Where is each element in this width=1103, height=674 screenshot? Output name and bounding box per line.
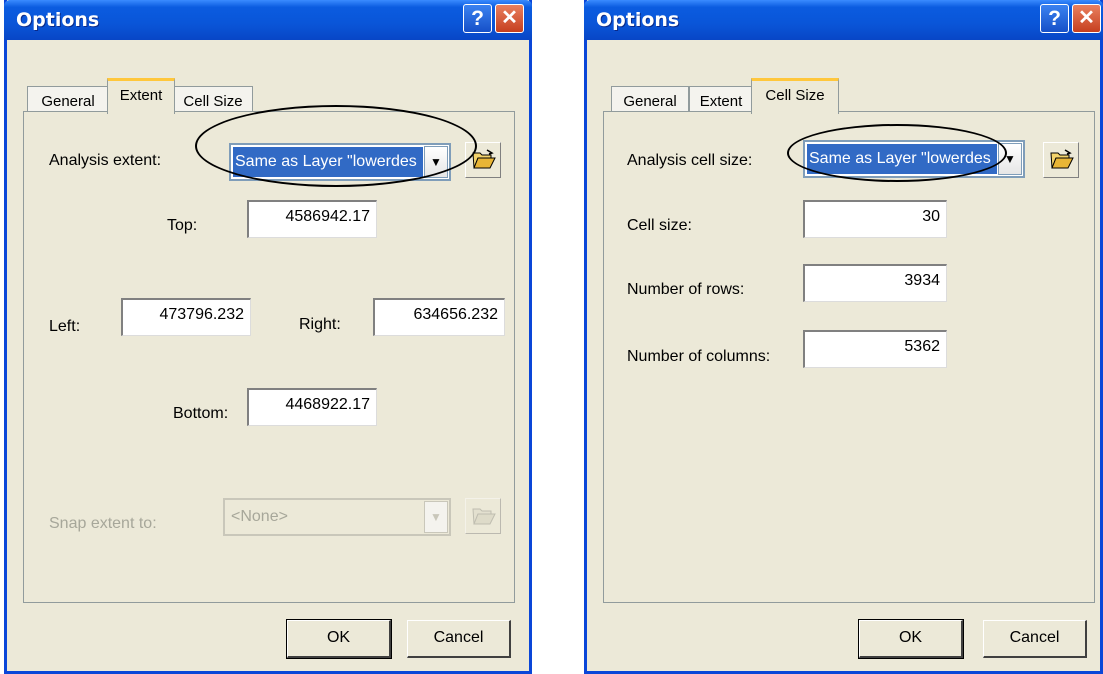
close-icon[interactable]: ✕ [495, 4, 524, 33]
tab-general[interactable]: General [611, 86, 689, 112]
dropdown-arrow-icon[interactable]: ▼ [998, 143, 1022, 175]
analysis-cell-size-select[interactable]: Same as Layer "lowerdes ▼ [803, 140, 1025, 178]
number-of-columns-label: Number of columns: [627, 348, 771, 365]
tab-cell-size[interactable]: Cell Size [173, 86, 253, 112]
open-folder-icon[interactable] [465, 142, 501, 178]
snap-extent-label: Snap extent to: [49, 515, 157, 532]
right-field[interactable]: 634656.232 [373, 298, 505, 336]
ok-button[interactable]: OK [858, 619, 964, 659]
left-label: Left: [49, 318, 81, 335]
tab-general[interactable]: General [27, 86, 109, 112]
snap-extent-value: <None> [231, 508, 288, 525]
bottom-label: Bottom: [173, 405, 229, 422]
analysis-extent-label: Analysis extent: [49, 152, 162, 169]
cell-size-field[interactable]: 30 [803, 200, 947, 238]
analysis-extent-value: Same as Layer "lowerdes [233, 147, 423, 177]
cancel-button[interactable]: Cancel [983, 620, 1087, 658]
tab-cell-size[interactable]: Cell Size [751, 78, 839, 114]
analysis-cell-size-value: Same as Layer "lowerdes [807, 144, 997, 174]
options-dialog-extent: Options ? ✕ General Extent Cell Size Ana… [4, 0, 532, 674]
open-folder-icon[interactable] [1043, 142, 1079, 178]
title-bar[interactable]: Options ? ✕ [584, 0, 1103, 40]
cancel-button[interactable]: Cancel [407, 620, 511, 658]
cell-size-label: Cell size: [627, 217, 692, 234]
tab-extent[interactable]: Extent [107, 78, 175, 114]
number-of-rows-label: Number of rows: [627, 281, 745, 298]
analysis-cell-size-label: Analysis cell size: [627, 152, 753, 169]
right-label: Right: [299, 316, 341, 333]
number-of-columns-field[interactable]: 5362 [803, 330, 947, 368]
ok-button[interactable]: OK [286, 619, 392, 659]
tab-strip: General Extent Cell Size [27, 78, 427, 114]
options-dialog-cell-size: Options ? ✕ General Extent Cell Size Ana… [584, 0, 1103, 674]
dialog-title: Options [596, 9, 680, 31]
analysis-extent-select[interactable]: Same as Layer "lowerdes ▼ [229, 143, 451, 181]
left-field[interactable]: 473796.232 [121, 298, 251, 336]
bottom-field[interactable]: 4468922.17 [247, 388, 377, 426]
help-icon[interactable]: ? [1040, 4, 1069, 33]
tab-extent[interactable]: Extent [689, 86, 753, 112]
top-field[interactable]: 4586942.17 [247, 200, 377, 238]
close-icon[interactable]: ✕ [1072, 4, 1101, 33]
dialog-title: Options [16, 9, 100, 31]
snap-extent-select[interactable]: <None> ▼ [223, 498, 451, 536]
top-label: Top: [167, 217, 198, 234]
help-icon[interactable]: ? [463, 4, 492, 33]
dropdown-arrow-icon[interactable]: ▼ [424, 146, 448, 178]
number-of-rows-field[interactable]: 3934 [803, 264, 947, 302]
open-folder-icon [465, 498, 501, 534]
dropdown-arrow-icon[interactable]: ▼ [424, 501, 448, 533]
title-bar[interactable]: Options ? ✕ [4, 0, 532, 40]
tab-strip: General Extent Cell Size [611, 78, 1011, 114]
